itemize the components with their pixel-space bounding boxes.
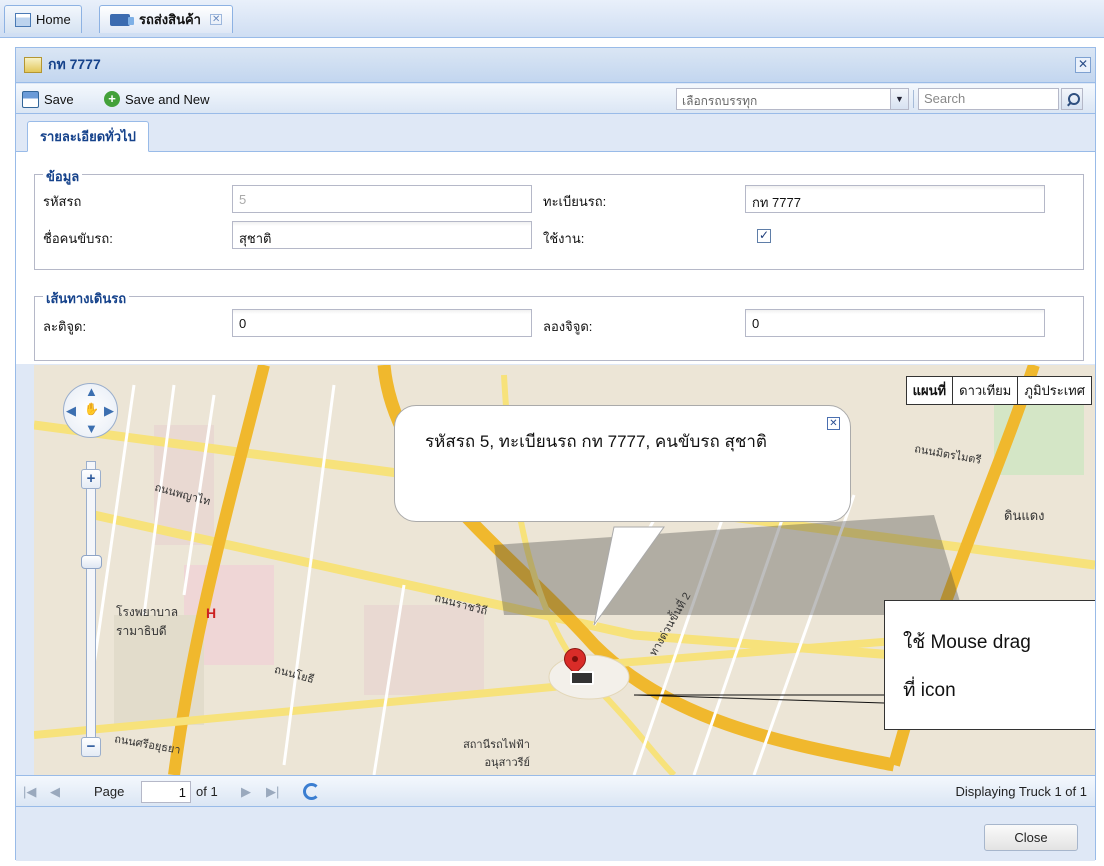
- active-checkbox[interactable]: ✓: [757, 229, 771, 243]
- latitude-field[interactable]: 0: [232, 309, 532, 337]
- map-label-district: ดินแดง: [1004, 508, 1045, 523]
- tab-truck-label: รถส่งสินค้า: [139, 12, 201, 27]
- annotation-callout: ใช้ Mouse drag ที่ icon: [884, 600, 1095, 730]
- tab-close-icon[interactable]: ✕: [209, 14, 223, 25]
- pan-control[interactable]: ▲ ◀ ▶ ▼ ✋: [63, 383, 118, 438]
- info-window-popup: รหัสรถ 5, ทะเบียนรถ กท 7777, คนขับรถ สุช…: [394, 405, 851, 522]
- truck-window: กท 7777 ✕ Save + Save and New เลือกรถบรร…: [15, 47, 1096, 861]
- info-window-text: รหัสรถ 5, ทะเบียนรถ กท 7777, คนขับรถ สุช…: [425, 432, 767, 451]
- edit-form-icon: [24, 57, 42, 73]
- tab-general-details[interactable]: รายละเอียดทั่วไป: [27, 121, 149, 152]
- plate-label: ทะเบียนรถ:: [543, 194, 607, 209]
- save-and-new-label: Save and New: [125, 91, 210, 107]
- map-label-hospital: โรงพยาบาล รามาธิบดี: [116, 605, 179, 638]
- top-tab-bar: Home รถส่งสินค้า ✕: [0, 0, 1104, 38]
- toolbar: Save + Save and New เลือกรถบรรทุก ▼ Sear…: [16, 84, 1095, 114]
- zoom-slider-track[interactable]: [86, 461, 96, 751]
- home-icon: [15, 12, 31, 27]
- tab-home-label: Home: [36, 12, 71, 27]
- pan-down-icon[interactable]: ▼: [85, 421, 98, 436]
- display-info: Displaying Truck 1 of 1: [955, 784, 1087, 799]
- window-header: กท 7777 ✕: [16, 48, 1095, 83]
- truck-select-value: เลือกรถบรรทุก: [682, 94, 758, 108]
- driver-label: ชื่อคนขับรถ:: [43, 231, 113, 246]
- zoom-in-button[interactable]: +: [81, 469, 101, 489]
- callout-line-2: ที่ icon: [903, 680, 956, 701]
- map-type-terrain[interactable]: ภูมิประเทศ: [1017, 377, 1091, 404]
- first-page-icon[interactable]: |◀: [23, 784, 36, 800]
- window-title: กท 7777: [48, 56, 101, 72]
- form-tab-strip: รายละเอียดทั่วไป: [16, 115, 1095, 152]
- save-label: Save: [44, 91, 74, 107]
- search-placeholder: Search: [924, 91, 966, 106]
- longitude-field[interactable]: 0: [745, 309, 1045, 337]
- pan-right-icon[interactable]: ▶: [104, 403, 114, 419]
- chevron-down-icon[interactable]: ▼: [890, 89, 908, 109]
- map-type-satellite[interactable]: ดาวเทียม: [952, 377, 1018, 404]
- car-id-label: รหัสรถ: [43, 194, 82, 209]
- prev-page-icon[interactable]: ◀: [50, 784, 60, 800]
- info-legend: ข้อมูล: [43, 166, 83, 187]
- pan-up-icon[interactable]: ▲: [85, 384, 98, 399]
- add-icon: +: [104, 91, 120, 107]
- window-footer: Close: [16, 808, 1095, 861]
- car-id-field: 5: [232, 185, 532, 213]
- truck-select[interactable]: เลือกรถบรรทุก ▼: [676, 88, 909, 110]
- map-view[interactable]: ถนนราชวิถี ดินแดง โรงพยาบาล รามาธิบดี H …: [34, 365, 1095, 775]
- info-window-close-icon[interactable]: ✕: [827, 417, 840, 430]
- save-icon: [22, 90, 39, 108]
- pan-left-icon[interactable]: ◀: [66, 403, 76, 419]
- tab-home[interactable]: Home: [4, 5, 82, 33]
- info-fieldset: ข้อมูล รหัสรถ 5 ทะเบียนรถ: กท 7777 ชื่อค…: [34, 166, 1084, 270]
- search-icon[interactable]: [1061, 88, 1083, 110]
- last-page-icon[interactable]: ▶|: [266, 784, 279, 800]
- map-label-station: สถานีรถไฟฟ้า อนุสาวรีย์ ชัยสมรภูมิ: [463, 739, 530, 769]
- map-type-map[interactable]: แผนที่: [906, 377, 953, 404]
- map-type-control: แผนที่ ดาวเทียม ภูมิประเทศ: [905, 376, 1092, 405]
- route-fieldset: เส้นทางเดินรถ ละติจูด: 0 ลองจิจูด: 0: [34, 288, 1084, 361]
- longitude-label: ลองจิจูด:: [543, 319, 593, 334]
- active-label: ใช้งาน:: [543, 231, 585, 246]
- save-and-new-button[interactable]: + Save and New: [104, 89, 210, 109]
- hand-icon: ✋: [84, 402, 99, 416]
- close-button[interactable]: Close: [984, 824, 1078, 851]
- driver-field[interactable]: สุชาติ: [232, 221, 532, 249]
- plate-field[interactable]: กท 7777: [745, 185, 1045, 213]
- refresh-icon[interactable]: [303, 783, 320, 800]
- toolbar-separator: [913, 90, 914, 108]
- page-count-label: of 1: [196, 784, 218, 799]
- tab-truck[interactable]: รถส่งสินค้า ✕: [99, 5, 234, 33]
- truck-icon: [110, 13, 134, 26]
- page-number-input[interactable]: 1: [141, 781, 191, 803]
- page-label: Page: [94, 784, 125, 799]
- close-icon[interactable]: ✕: [1075, 57, 1091, 73]
- zoom-out-button[interactable]: −: [81, 737, 101, 757]
- save-button[interactable]: Save: [22, 89, 74, 109]
- paging-toolbar: |◀ ◀ Page 1 of 1 ▶ ▶| Displaying Truck 1…: [16, 775, 1095, 807]
- next-page-icon[interactable]: ▶: [241, 784, 251, 800]
- truck-marker-icon[interactable]: [570, 671, 594, 685]
- hospital-icon: H: [206, 605, 217, 621]
- zoom-slider-handle[interactable]: [81, 555, 102, 569]
- callout-line-1: ใช้ Mouse drag: [903, 632, 1031, 653]
- search-input[interactable]: Search: [918, 88, 1059, 110]
- route-legend: เส้นทางเดินรถ: [43, 288, 130, 309]
- form-body: ข้อมูล รหัสรถ 5 ทะเบียนรถ: กท 7777 ชื่อค…: [16, 152, 1095, 364]
- latitude-label: ละติจูด:: [43, 319, 87, 334]
